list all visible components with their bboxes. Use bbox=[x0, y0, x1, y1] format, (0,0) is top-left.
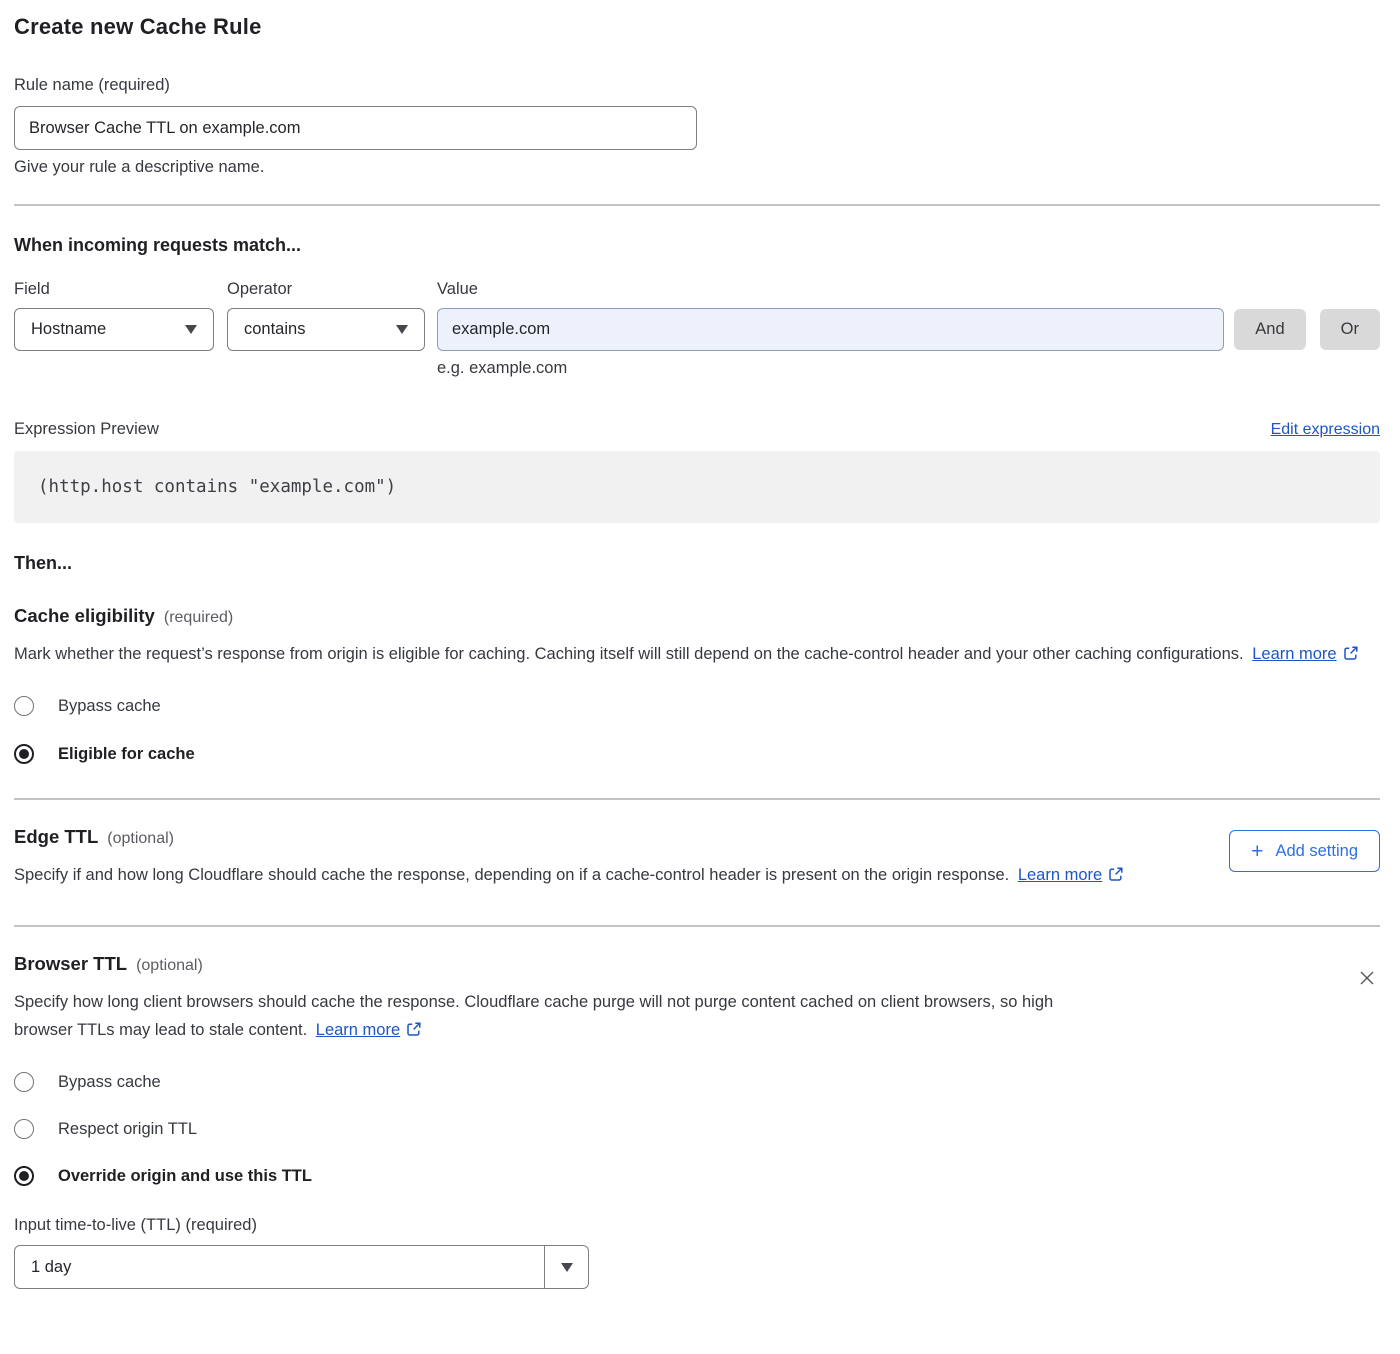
section-divider bbox=[14, 204, 1380, 206]
cache-eligibility-section: Cache eligibility (required) Mark whethe… bbox=[14, 605, 1380, 764]
radio-option-respect-origin-ttl[interactable]: Respect origin TTL bbox=[14, 1119, 1380, 1139]
match-controls-row: Hostname contains And Or bbox=[14, 308, 1380, 351]
edge-ttl-qualifier: (optional) bbox=[107, 830, 174, 848]
operator-select[interactable]: contains bbox=[227, 308, 425, 351]
rule-name-help: Give your rule a descriptive name. bbox=[14, 158, 1380, 177]
browser-ttl-title: Browser TTL bbox=[14, 953, 127, 975]
page-title: Create new Cache Rule bbox=[14, 14, 1380, 40]
radio-label: Bypass cache bbox=[58, 697, 161, 716]
browser-ttl-description: Specify how long client browsers should … bbox=[14, 988, 1109, 1046]
operator-label: Operator bbox=[227, 280, 437, 299]
field-label: Field bbox=[14, 280, 227, 299]
radio-label: Eligible for cache bbox=[58, 745, 195, 764]
then-heading: Then... bbox=[14, 553, 1380, 574]
browser-ttl-title-row: Browser TTL (optional) bbox=[14, 953, 1380, 975]
browser-ttl-qualifier: (optional) bbox=[136, 957, 203, 975]
close-icon[interactable] bbox=[1356, 967, 1378, 989]
value-help: e.g. example.com bbox=[437, 359, 1380, 378]
external-link-icon bbox=[1343, 642, 1359, 670]
add-setting-label: Add setting bbox=[1275, 842, 1358, 861]
radio-button-selected[interactable] bbox=[14, 1166, 34, 1186]
radio-button-selected[interactable] bbox=[14, 744, 34, 764]
match-heading: When incoming requests match... bbox=[14, 235, 1380, 256]
value-label: Value bbox=[437, 280, 1380, 299]
value-input[interactable] bbox=[437, 308, 1224, 351]
browser-ttl-section: Browser TTL (optional) Specify how long … bbox=[14, 953, 1380, 1289]
rule-name-input[interactable] bbox=[14, 106, 697, 150]
section-divider bbox=[14, 798, 1380, 800]
radio-option-bypass-cache[interactable]: Bypass cache bbox=[14, 696, 1380, 716]
field-select-value: Hostname bbox=[31, 320, 106, 339]
radio-option-eligible-for-cache[interactable]: Eligible for cache bbox=[14, 744, 1380, 764]
radio-option-bypass-cache-browser[interactable]: Bypass cache bbox=[14, 1072, 1380, 1092]
edge-ttl-title-row: Edge TTL (optional) bbox=[14, 826, 1380, 848]
match-labels-row: Field Operator Value bbox=[14, 280, 1380, 299]
expression-preview-row: Expression Preview Edit expression bbox=[14, 420, 1380, 439]
edge-ttl-description: Specify if and how long Cloudflare shoul… bbox=[14, 861, 1129, 891]
create-cache-rule-form: Create new Cache Rule Rule name (require… bbox=[0, 0, 1400, 1313]
learn-more-link[interactable]: Learn more bbox=[316, 1021, 422, 1039]
learn-more-link[interactable]: Learn more bbox=[1018, 866, 1124, 884]
cache-eligibility-qualifier: (required) bbox=[164, 609, 233, 627]
learn-more-link[interactable]: Learn more bbox=[1252, 645, 1358, 663]
radio-label: Override origin and use this TTL bbox=[58, 1167, 312, 1186]
edit-expression-link[interactable]: Edit expression bbox=[1271, 421, 1380, 439]
ttl-select-value: 1 day bbox=[15, 1246, 544, 1288]
cache-eligibility-description: Mark whether the request’s response from… bbox=[14, 640, 1380, 670]
section-divider bbox=[14, 925, 1380, 927]
ttl-select[interactable]: 1 day bbox=[14, 1245, 589, 1289]
expression-code: (http.host contains "example.com") bbox=[38, 477, 396, 497]
rule-name-label: Rule name (required) bbox=[14, 76, 1380, 95]
edge-ttl-description-text: Specify if and how long Cloudflare shoul… bbox=[14, 866, 1009, 884]
ttl-input-label: Input time-to-live (TTL) (required) bbox=[14, 1216, 1380, 1235]
radio-label: Bypass cache bbox=[58, 1073, 161, 1092]
ttl-select-arrow[interactable] bbox=[544, 1246, 588, 1288]
radio-button[interactable] bbox=[14, 1119, 34, 1139]
cache-eligibility-title: Cache eligibility bbox=[14, 605, 155, 627]
chevron-down-icon bbox=[185, 325, 197, 334]
cache-eligibility-title-row: Cache eligibility (required) bbox=[14, 605, 1380, 627]
plus-icon: + bbox=[1251, 841, 1263, 862]
browser-ttl-description-text: Specify how long client browsers should … bbox=[14, 993, 1053, 1039]
radio-option-override-origin-ttl[interactable]: Override origin and use this TTL bbox=[14, 1166, 1380, 1186]
radio-label: Respect origin TTL bbox=[58, 1120, 197, 1139]
operator-select-value: contains bbox=[244, 320, 305, 339]
cache-eligibility-description-text: Mark whether the request’s response from… bbox=[14, 645, 1244, 663]
field-select[interactable]: Hostname bbox=[14, 308, 214, 351]
radio-button[interactable] bbox=[14, 1072, 34, 1092]
expression-code-box: (http.host contains "example.com") bbox=[14, 451, 1380, 523]
radio-button[interactable] bbox=[14, 696, 34, 716]
expression-preview-label: Expression Preview bbox=[14, 420, 159, 439]
external-link-icon bbox=[406, 1018, 422, 1046]
chevron-down-icon bbox=[561, 1263, 573, 1272]
external-link-icon bbox=[1108, 863, 1124, 891]
or-button[interactable]: Or bbox=[1320, 309, 1380, 350]
chevron-down-icon bbox=[396, 325, 408, 334]
edge-ttl-title: Edge TTL bbox=[14, 826, 98, 848]
add-setting-button[interactable]: + Add setting bbox=[1229, 830, 1380, 872]
edge-ttl-section: Edge TTL (optional) Specify if and how l… bbox=[14, 826, 1380, 891]
and-button[interactable]: And bbox=[1234, 309, 1305, 350]
